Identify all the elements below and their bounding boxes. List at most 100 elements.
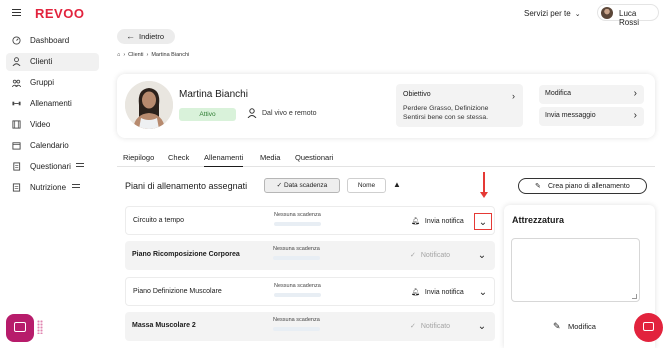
deadline-bar	[273, 327, 320, 331]
drag-handle-icon[interactable]	[37, 320, 43, 334]
plan-row[interactable]: Piano Ricomposizione Corporea Nessuna sc…	[125, 241, 495, 270]
sidebar-item-label: Allenamenti	[30, 99, 72, 108]
user-menu[interactable]: Luca Rossi	[597, 4, 659, 27]
client-photo	[125, 81, 173, 129]
sidebar-item-label: Nutrizione	[30, 183, 67, 192]
app-logo[interactable]: REVOO	[35, 6, 84, 21]
plan-row[interactable]: Massa Muscolare 2 Nessuna scadenza ✓ Noti…	[125, 312, 495, 341]
check-icon: ✓	[410, 323, 416, 330]
breadcrumb: ⌂ › Clienti › Martina Bianchi	[117, 52, 192, 58]
tab-riepilogo[interactable]: Riepilogo	[123, 153, 154, 162]
chevron-down-icon: ⌄	[574, 11, 581, 18]
client-tabs: Riepilogo Check Allenamenti Media Questi…	[117, 147, 655, 167]
tab-questionari[interactable]: Questionari	[295, 153, 333, 162]
group-icon	[12, 79, 21, 87]
tab-allenamenti[interactable]: Allenamenti	[204, 153, 244, 167]
annotation-arrow-icon	[480, 172, 488, 198]
plan-deadline: Nessuna scadenza	[273, 317, 320, 323]
plan-deadline: Nessuna scadenza	[273, 246, 320, 252]
deadline-bar	[274, 222, 321, 226]
notify-label: Invia notifica	[424, 218, 464, 225]
top-bar: REVOO Servizi per te ⌄ Luca Rossi	[0, 0, 670, 27]
sort-direction-toggle[interactable]: ▲	[393, 180, 401, 189]
plan-name: Massa Muscolare 2	[132, 322, 196, 329]
back-button[interactable]: ← Indietro	[117, 29, 175, 44]
home-icon[interactable]: ⌂	[117, 52, 120, 58]
deadline-bar	[274, 293, 321, 297]
expand-chevron-icon[interactable]: ⌄	[473, 318, 491, 335]
gauge-icon	[12, 36, 21, 45]
user-name: Luca Rossi	[619, 9, 640, 27]
support-chat-button[interactable]	[634, 313, 663, 342]
services-menu[interactable]: Servizi per te ⌄	[524, 9, 581, 18]
submenu-icon[interactable]	[72, 184, 80, 191]
user-icon	[12, 57, 21, 66]
breadcrumb-item[interactable]: Clienti	[128, 52, 143, 58]
sidebar-item-label: Calendario	[30, 141, 69, 150]
sidebar-item-label: Dashboard	[30, 36, 70, 45]
sort-by-date-button[interactable]: ✓ Data scadenza	[264, 178, 340, 193]
sidebar-item-allenamenti[interactable]: Allenamenti	[6, 95, 99, 113]
client-photo-image	[125, 81, 173, 129]
create-plan-label: Crea piano di allenamento	[548, 183, 630, 190]
send-notification-button[interactable]: 🔔︎ Invia notifica	[411, 288, 464, 296]
notify-label: Notificato	[420, 252, 451, 259]
notified-status: ✓ Notificato	[410, 251, 450, 259]
resize-handle-icon[interactable]	[632, 294, 637, 299]
expand-chevron-icon[interactable]: ⌄	[474, 284, 492, 301]
expand-chevron-icon[interactable]: ⌄	[474, 213, 492, 230]
edit-client-button[interactable]: Modifica ›	[539, 85, 644, 104]
send-notification-button[interactable]: 🔔︎ Invia notifica	[411, 217, 464, 225]
sidebar-item-calendario[interactable]: Calendario	[6, 137, 99, 155]
tab-check[interactable]: Check	[168, 153, 189, 162]
equipment-textarea[interactable]	[511, 238, 640, 302]
message-icon	[643, 322, 654, 331]
check-icon: ✓	[276, 182, 284, 189]
plan-name: Circuito a tempo	[133, 217, 184, 224]
plan-name: Piano Ricomposizione Corporea	[132, 251, 240, 258]
training-mode: Dal vivo e remoto	[262, 110, 317, 117]
goal-title: Obiettivo	[403, 91, 431, 98]
equipment-edit-button[interactable]: Modifica	[568, 322, 596, 331]
plan-deadline: Nessuna scadenza	[274, 283, 321, 289]
notify-label: Notificato	[420, 323, 451, 330]
edit-client-label: Modifica	[545, 90, 572, 97]
document-icon	[13, 162, 21, 171]
sidebar-item-nutrizione[interactable]: Nutrizione	[6, 179, 99, 197]
sidebar-item-gruppi[interactable]: Gruppi	[6, 74, 99, 92]
person-icon	[247, 108, 257, 118]
chevron-right-icon: ›	[633, 110, 637, 121]
sidebar-item-dashboard[interactable]: Dashboard	[6, 32, 99, 50]
equipment-panel: Attrezzatura ✎ Modifica	[504, 205, 655, 348]
send-message-button[interactable]: Invia messaggio ›	[539, 107, 644, 126]
sidebar: Dashboard Clienti Gruppi Allenamenti Vid…	[0, 26, 106, 348]
services-label: Servizi per te	[524, 9, 571, 18]
notified-status: ✓ Notificato	[410, 322, 450, 330]
sidebar-item-label: Gruppi	[30, 78, 55, 87]
submenu-icon[interactable]	[76, 163, 84, 170]
plan-row[interactable]: Circuito a tempo Nessuna scadenza 🔔︎ Invi…	[125, 206, 495, 235]
sidebar-item-clienti[interactable]: Clienti	[6, 53, 99, 71]
plan-row[interactable]: Piano Definizione Muscolare Nessuna scad…	[125, 277, 495, 306]
expand-chevron-icon[interactable]: ⌄	[473, 247, 491, 264]
tab-media[interactable]: Media	[260, 153, 280, 162]
create-plan-button[interactable]: ✎ Crea piano di allenamento	[518, 178, 647, 194]
sort-by-name-button[interactable]: Nome	[347, 178, 386, 193]
document-icon	[12, 183, 21, 192]
chat-button[interactable]	[6, 314, 34, 342]
bell-icon: 🔔︎	[411, 218, 420, 225]
back-label: Indietro	[139, 32, 165, 41]
client-name: Martina Bianchi	[179, 89, 248, 100]
sidebar-item-label: Clienti	[30, 57, 53, 66]
goal-card[interactable]: Obiettivo Perdere Grasso, Definizione Se…	[396, 84, 523, 127]
hamburger-menu-icon[interactable]	[12, 9, 21, 16]
plan-name: Piano Definizione Muscolare	[133, 288, 222, 295]
sort-date-label: Data scadenza	[283, 182, 328, 189]
bell-icon: 🔔︎	[411, 289, 420, 296]
sidebar-item-questionari[interactable]: Questionari	[6, 158, 99, 176]
calendar-icon	[12, 142, 21, 150]
plan-deadline: Nessuna scadenza	[274, 212, 321, 218]
sidebar-item-video[interactable]: Video	[6, 116, 99, 134]
section-title: Piani di allenamento assegnati	[125, 181, 248, 191]
pencil-icon[interactable]: ✎	[553, 321, 561, 332]
